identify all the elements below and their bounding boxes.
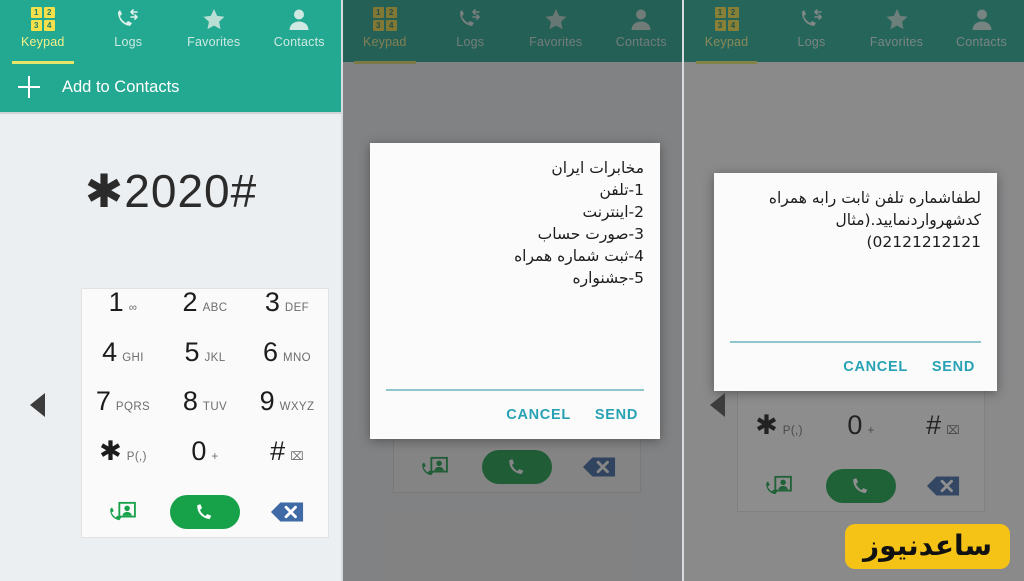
dialog-actions: CANCEL SEND [714, 343, 997, 391]
ussd-reply-input[interactable] [386, 365, 644, 391]
key-0[interactable]: 0+ [164, 435, 246, 488]
key-sublabel: TUV [202, 401, 228, 413]
tab-favorites[interactable]: Favorites [171, 0, 257, 62]
key-sublabel: PQRS [115, 401, 151, 413]
keypad-icon-digit: 3 [30, 20, 42, 31]
key-digit: ✱ [99, 435, 122, 466]
key-digit: 9 [259, 386, 275, 416]
key-1[interactable]: 1∞ [82, 289, 164, 339]
key-star[interactable]: ✱ P(,) [82, 435, 164, 488]
panel-separator-2 [682, 0, 684, 581]
back-triangle-icon[interactable] [30, 393, 45, 417]
key-4[interactable]: 4 GHI [82, 336, 164, 389]
tab-label: Favorites [187, 35, 241, 49]
watermark-badge: ساعدنیوز [845, 523, 1010, 569]
dialog-input-wrap [370, 365, 660, 391]
keypad-row: ✱P(,) 0+ #⌧ [82, 435, 328, 488]
key-digit: 3 [264, 287, 280, 317]
key-digit: 5 [184, 336, 200, 367]
keypad-card: 1∞ 2ABC 3DEF 4GHI 5JKL 6MNO 7PQRS 8TUV 9… [81, 288, 329, 538]
key-digit: 7 [95, 386, 111, 416]
dialog-message: مخابرات ایران 1-تلفن 2-اینترنت 3-صورت حس… [514, 159, 644, 287]
phone-handset-icon [170, 495, 240, 529]
keypad-grid-icon: 1 2 3 4 [30, 6, 55, 32]
panel-ussd-input-dialog: 1 2 3 4 Keypad Logs [684, 0, 1024, 581]
call-button[interactable] [164, 495, 246, 529]
key-sublabel: P(,) [126, 450, 147, 463]
key-2[interactable]: 2 ABC [164, 289, 246, 339]
key-5[interactable]: 5 JKL [164, 336, 246, 389]
keypad-row: 4 GHI 5 JKL 6 MNO [82, 336, 328, 389]
key-sublabel: MNO [283, 351, 312, 364]
send-button[interactable]: SEND [932, 359, 975, 375]
keypad-action-row [82, 487, 328, 537]
add-to-contacts-label: Add to Contacts [62, 77, 180, 96]
key-sublabel: DEF [284, 302, 310, 314]
panel-dialer-keypad: 1 2 3 4 Keypad Logs Favorites Contacts A… [0, 0, 342, 581]
key-digit: 6 [262, 336, 278, 367]
active-tab-underline [11, 61, 74, 64]
cancel-button[interactable]: CANCEL [843, 359, 908, 375]
call-logs-icon [116, 6, 140, 32]
tab-keypad[interactable]: 1 2 3 4 Keypad [0, 0, 86, 64]
backspace-delete-icon[interactable] [246, 501, 328, 523]
key-sublabel: ⌧ [290, 450, 304, 463]
key-8[interactable]: 8 TUV [164, 388, 246, 438]
keypad-row: 1∞ 2ABC 3DEF [82, 289, 328, 339]
tab-label: Contacts [273, 35, 325, 49]
ussd-input-dialog: لطفاشماره تلفن ثابت رابه همراه کدشهروارد… [714, 173, 997, 391]
panel-ussd-menu-dialog: 1 2 3 4 Keypad Logs [342, 0, 684, 581]
keypad-row: 7 PQRS 8 TUV 9 WXYZ [82, 388, 328, 438]
cancel-button[interactable]: CANCEL [506, 407, 571, 423]
ussd-reply-input[interactable] [730, 317, 981, 343]
key-sublabel: WXYZ [279, 401, 315, 413]
key-3[interactable]: 3 DEF [246, 289, 328, 339]
tab-logs[interactable]: Logs [86, 0, 172, 62]
person-icon [288, 6, 310, 32]
header-divider [0, 112, 342, 114]
screenshot-stage: 1 2 3 4 Keypad Logs Favorites Contacts A… [0, 0, 1024, 581]
dialog-message: لطفاشماره تلفن ثابت رابه همراه کدشهروارد… [768, 189, 981, 251]
dialog-actions: CANCEL SEND [370, 391, 660, 439]
dialog-input-wrap [714, 317, 997, 343]
key-7[interactable]: 7 PQRS [82, 388, 164, 438]
tab-label: Logs [114, 35, 143, 49]
back-triangle-icon[interactable] [710, 393, 725, 417]
key-9[interactable]: 9 WXYZ [246, 388, 328, 438]
key-digit: # [270, 435, 286, 466]
key-digit: 1 [108, 287, 124, 317]
key-digit: 0 [191, 435, 207, 466]
key-sublabel: ABC [202, 302, 228, 314]
key-6[interactable]: 6 MNO [246, 336, 328, 389]
plus-icon [18, 76, 40, 98]
tab-contacts[interactable]: Contacts [257, 0, 343, 62]
tab-label: Keypad [20, 35, 65, 49]
keypad-icon-digit: 2 [43, 7, 55, 18]
keypad-icon-digit: 4 [43, 20, 55, 31]
send-button[interactable]: SEND [595, 407, 638, 423]
dialed-number-display[interactable]: ✱2020# [0, 164, 342, 218]
key-sublabel: ∞ [128, 302, 138, 314]
key-digit: 2 [182, 287, 198, 317]
key-sublabel: + [211, 450, 219, 463]
add-to-contacts-bar[interactable]: Add to Contacts [0, 62, 342, 112]
key-hash[interactable]: #⌧ [246, 435, 328, 488]
panel-separator-1 [341, 0, 343, 581]
key-sublabel: GHI [122, 351, 144, 364]
video-call-contact-icon[interactable] [82, 501, 164, 523]
ussd-menu-dialog: مخابرات ایران 1-تلفن 2-اینترنت 3-صورت حس… [370, 143, 660, 439]
key-digit: 4 [102, 336, 118, 367]
key-sublabel: JKL [204, 351, 226, 364]
keypad-icon-digit: 1 [30, 7, 42, 18]
tab-bar: 1 2 3 4 Keypad Logs [0, 0, 343, 64]
star-icon [202, 6, 226, 32]
key-digit: 8 [182, 386, 198, 416]
